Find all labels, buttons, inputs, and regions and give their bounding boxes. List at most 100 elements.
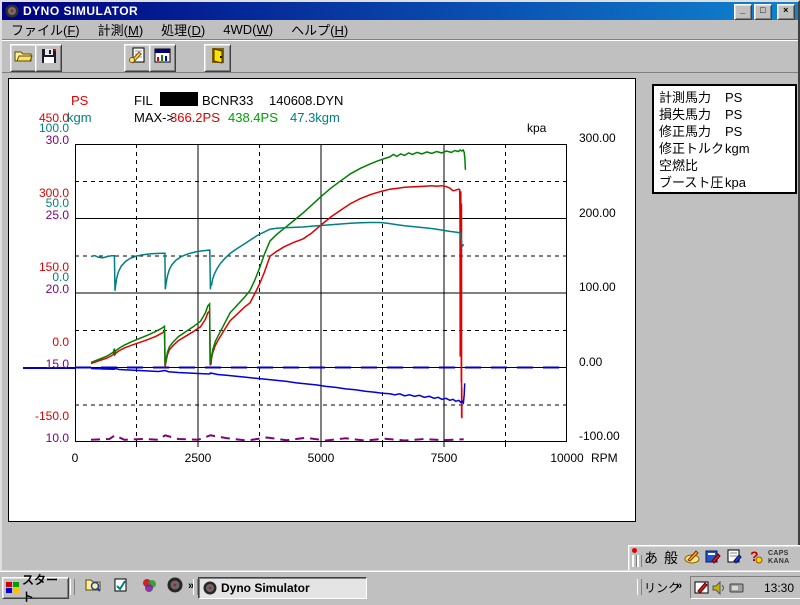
ime-dictionary-button[interactable]: [703, 549, 722, 568]
axis-tick-rpm: 10000: [550, 451, 584, 465]
ime-input-mode-button[interactable]: あ: [642, 548, 660, 568]
chart-view-button[interactable]: [149, 44, 176, 72]
menu-item-F[interactable]: ファイル(F): [2, 18, 89, 41]
ime-pad-button[interactable]: [682, 549, 701, 568]
max-measured-power: 366.2PS: [170, 110, 220, 125]
legend-series-label: 損失馬力: [659, 107, 712, 122]
close-button[interactable]: ×: [777, 4, 795, 20]
quicklaunch-channels-button[interactable]: [140, 578, 158, 596]
series-measured_power: [90, 184, 463, 419]
menu-item-H[interactable]: ヘルプ(H): [282, 18, 357, 41]
dyno-wheel-icon: [167, 577, 183, 598]
dictionary-icon: [705, 548, 721, 569]
axis-tick-kpa: 300.00: [579, 131, 616, 145]
axis-tick-rpm: 7500: [430, 451, 458, 465]
properties-icon: [726, 548, 742, 569]
save-button[interactable]: [35, 44, 62, 72]
series-corrected_torque: [90, 221, 465, 291]
system-tray: 13:30: [690, 576, 800, 599]
volume-icon[interactable]: [712, 580, 727, 595]
legend-series-label: 修正トルク: [659, 141, 725, 156]
legend-row: 空燃比: [654, 157, 795, 174]
max-label: MAX->: [134, 110, 175, 125]
axis-tick-kpa: 200.00: [579, 205, 616, 220]
start-button[interactable]: スタート: [2, 573, 69, 604]
dyno-plot: [75, 144, 567, 447]
ime-drag-handle[interactable]: [631, 548, 640, 568]
axis-tick-rpm: 5000: [307, 451, 335, 465]
ime-caps-kana-indicator[interactable]: CAPS KANA: [768, 550, 789, 566]
legend-row: 損失馬力 PS: [654, 106, 795, 123]
series-air_fuel_ratio: [90, 434, 464, 442]
links-grip[interactable]: [637, 579, 642, 595]
axis-tick-kpa: 100.00: [579, 280, 616, 294]
channels-icon: [141, 577, 157, 598]
quicklaunch-dyno-button[interactable]: [166, 577, 184, 598]
chart-window-icon: [154, 48, 171, 68]
menu-item-D[interactable]: 処理(D): [152, 18, 214, 41]
windows-logo-icon: [6, 582, 19, 594]
exit-button[interactable]: [204, 44, 231, 72]
taskbar: スタート » Dyno Simulator リンク » 13:30: [0, 571, 800, 604]
legend-series-unit: kpa: [725, 175, 746, 190]
axis-tick-afr: 25.0: [45, 207, 69, 222]
quicklaunch-grip[interactable]: [70, 579, 75, 595]
axis-tick-power_ps: -150.0: [34, 409, 69, 423]
legend-series-label: 計測馬力: [659, 90, 712, 105]
axis-tick-afr: 10.0: [45, 431, 69, 445]
ime-help-icon: ?: [747, 548, 763, 569]
kpa-unit-label: kpa: [527, 121, 547, 135]
legend-row: 修正馬力 PS: [654, 123, 795, 140]
series-corrected_power: [90, 148, 467, 367]
task-button-dyno-simulator[interactable]: Dyno Simulator: [198, 577, 367, 599]
legend-row: ブースト圧 kpa: [654, 174, 795, 191]
ime-conversion-mode-button[interactable]: 般: [662, 548, 680, 568]
open-file-button[interactable]: [10, 44, 37, 72]
menu-bar: ファイル(F) 計測(M) 処理(D) 4WD(W) ヘルプ(H): [2, 20, 798, 39]
rpm-unit-label: RPM: [591, 451, 618, 465]
axis-tick-rpm: 0: [71, 451, 79, 465]
menu-item-M[interactable]: 計測(M): [89, 18, 153, 41]
axis-tick-power_ps: 0.0: [52, 334, 69, 349]
exit-door-icon: [211, 47, 225, 69]
legend-rows: 計測馬力 PS 損失馬力 PS 修正馬力 PS 修正トルク kgm 空燃比 ブースト圧 kpa: [654, 86, 795, 191]
max-torque: 47.3kgm: [290, 110, 340, 125]
legend-series-label: 空燃比: [659, 158, 699, 173]
legend-series-unit: kgm: [725, 141, 750, 156]
ime-pad-icon: [684, 548, 700, 569]
mail-compose-icon: [113, 577, 129, 598]
measure-button[interactable]: [124, 44, 151, 72]
legend-series-unit: PS: [725, 124, 743, 139]
legend-series-unit: PS: [725, 90, 743, 105]
tablet-pen-icon[interactable]: [694, 580, 710, 595]
save-floppy-icon: [41, 48, 57, 69]
legend-box: 計測馬力 PS 損失馬力 PS 修正馬力 PS 修正トルク kgm 空燃比 ブースト圧 kpa: [652, 84, 797, 194]
open-folder-icon: [14, 49, 33, 68]
axis-tick-afr: 30.0: [45, 133, 69, 147]
pc-card-icon[interactable]: [729, 582, 744, 594]
quicklaunch-mail-button[interactable]: [112, 578, 130, 596]
axis-tick-rpm: 2500: [184, 451, 212, 465]
car-model: BCNR33: [202, 93, 254, 108]
window-controls: _ □ ×: [734, 4, 795, 20]
legend-series-unit: PS: [725, 107, 743, 122]
links-chevron[interactable]: »: [676, 580, 682, 592]
legend-row: 計測馬力 PS: [654, 89, 795, 106]
links-toolbar-label[interactable]: リンク: [644, 579, 680, 596]
kgm-axis-caption: kgm: [67, 110, 92, 125]
ime-properties-button[interactable]: [724, 549, 743, 568]
ps-axis-caption: PS: [71, 93, 89, 108]
quicklaunch-folder-button[interactable]: [84, 578, 102, 596]
measure-note-icon: [129, 47, 146, 69]
menu-item-W[interactable]: 4WD(W): [214, 20, 282, 39]
maximize-button[interactable]: □: [754, 4, 772, 20]
folder-magnifier-icon: [85, 577, 102, 597]
max-corrected-power: 438.4PS: [228, 110, 278, 125]
redaction-box: [160, 92, 198, 106]
task-button-label: Dyno Simulator: [221, 581, 310, 595]
taskbar-clock[interactable]: 13:30: [764, 581, 794, 595]
minimize-button[interactable]: _: [734, 4, 752, 20]
toolbar: [2, 39, 798, 73]
ime-toolbar: あ 般 ? CAPS KANA: [628, 545, 800, 571]
ime-help-button[interactable]: ?: [745, 548, 764, 569]
